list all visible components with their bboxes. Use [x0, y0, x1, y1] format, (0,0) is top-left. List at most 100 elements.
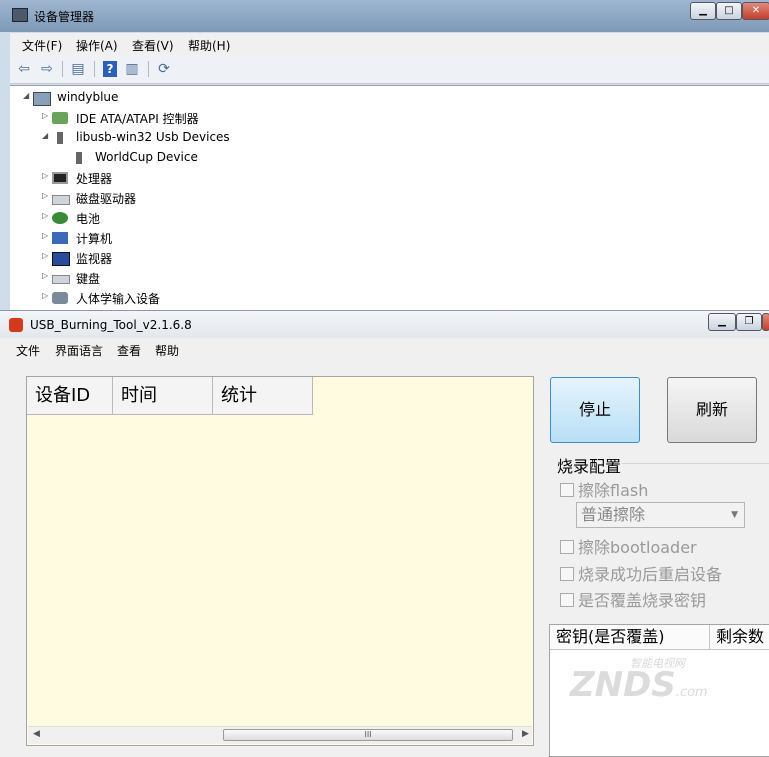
tree-item-label: 处理器 — [76, 172, 113, 186]
watermark-text: ZNDS — [570, 665, 676, 705]
tree-item-label: IDE ATA/ATAPI 控制器 — [76, 112, 199, 126]
column-key[interactable]: 密钥(是否覆盖) — [550, 625, 710, 649]
watermark-suffix: .com — [675, 685, 708, 700]
column-device-id[interactable]: 设备ID — [27, 377, 113, 415]
computer-icon — [33, 92, 51, 106]
scroll-thumb[interactable]: III — [223, 729, 513, 741]
device-manager-title: 设备管理器 — [34, 10, 95, 24]
minimize-button[interactable]: ▁ — [690, 2, 716, 20]
usb-tool-app-icon — [9, 318, 23, 332]
device-list-header: 设备ID 时间 统计 — [27, 377, 313, 415]
menu-view[interactable]: 查看 — [117, 342, 141, 359]
console-tree-icon[interactable]: ▤ — [68, 60, 88, 78]
scan-hardware-icon[interactable]: ⟳ — [154, 60, 174, 78]
device-list[interactable]: 设备ID 时间 统计 ◀ III ▶ — [26, 376, 534, 746]
back-arrow-icon[interactable]: ⇦ — [14, 60, 34, 78]
processor-icon — [52, 172, 68, 184]
menu-action[interactable]: 操作(A) — [76, 37, 118, 54]
reboot-after-label: 烧录成功后重启设备 — [578, 565, 723, 584]
minimize-button[interactable]: ▁ — [708, 313, 736, 331]
refresh-button[interactable]: 刷新 — [667, 377, 757, 443]
tree-item-label: 磁盘驱动器 — [76, 192, 137, 206]
burn-config-title: 烧录配置 — [557, 457, 622, 476]
device-manager-menubar: 文件(F) 操作(A) 查看(V) 帮助(H) — [10, 33, 769, 55]
tree-item-label: 人体学输入设备 — [76, 292, 161, 306]
tree-item-label: 键盘 — [76, 272, 101, 286]
column-time[interactable]: 时间 — [113, 377, 213, 415]
overwrite-key-checkbox[interactable]: 是否覆盖烧录密钥 — [560, 587, 706, 611]
horizontal-scrollbar[interactable]: ◀ III ▶ — [28, 726, 532, 744]
expand-arrow-icon[interactable]: ▷ — [42, 111, 48, 120]
expand-arrow-icon[interactable]: ▷ — [42, 231, 48, 240]
checkbox-box[interactable] — [560, 540, 574, 554]
erase-mode-value: 普通擦除 — [581, 505, 646, 524]
scroll-left-icon[interactable]: ◀ — [33, 729, 40, 739]
expand-arrow-icon[interactable]: ▷ — [42, 291, 48, 300]
erase-flash-checkbox[interactable]: 擦除flash — [560, 477, 648, 501]
menu-language[interactable]: 界面语言 — [55, 342, 103, 359]
menu-help[interactable]: 帮助(H) — [188, 37, 230, 54]
maximize-button[interactable]: □ — [716, 2, 742, 20]
tree-item-label: libusb-win32 Usb Devices — [76, 130, 230, 144]
disk-drive-icon — [52, 195, 70, 205]
close-button[interactable]: ✕ — [742, 2, 769, 20]
reboot-after-checkbox[interactable]: 烧录成功后重启设备 — [560, 561, 722, 585]
expand-arrow-icon[interactable]: ▷ — [42, 271, 48, 280]
properties-icon[interactable]: ▥ — [122, 60, 142, 78]
column-remaining[interactable]: 剩余数 — [710, 625, 769, 649]
toolbar-separator — [62, 61, 63, 77]
column-stats[interactable]: 统计 — [213, 377, 313, 415]
menu-help[interactable]: 帮助 — [155, 342, 179, 359]
collapse-arrow-icon[interactable]: ◢ — [42, 131, 48, 140]
scroll-right-icon[interactable]: ▶ — [522, 729, 529, 739]
close-button[interactable] — [762, 313, 769, 331]
znds-watermark: ZNDS.com — [570, 665, 708, 705]
tree-item-label: 监视器 — [76, 252, 113, 266]
collapse-arrow-icon[interactable]: ◢ — [23, 91, 29, 100]
group-divider — [622, 463, 769, 464]
checkbox-box[interactable] — [560, 567, 574, 581]
battery-icon — [52, 212, 68, 224]
expand-arrow-icon[interactable]: ▷ — [42, 171, 48, 180]
menu-view[interactable]: 查看(V) — [132, 37, 174, 54]
toolbar-separator — [148, 61, 149, 77]
hid-icon — [52, 292, 68, 304]
device-tree: ◢ windyblue ▷ IDE ATA/ATAPI 控制器 ◢ libusb… — [10, 85, 769, 319]
device-manager-toolbar: ⇦ ⇨ ▤ ? ▥ ⟳ — [10, 55, 769, 84]
key-list[interactable]: 密钥(是否覆盖) 剩余数 智能电视网 ZNDS.com — [549, 624, 769, 757]
menu-file[interactable]: 文件 — [16, 342, 40, 359]
keyboard-icon — [52, 275, 70, 284]
expand-arrow-icon[interactable]: ▷ — [42, 211, 48, 220]
tree-item-label: 计算机 — [76, 232, 113, 246]
expand-arrow-icon[interactable]: ▷ — [42, 191, 48, 200]
usb-burning-tool-window: USB_Burning_Tool_v2.1.6.8 ▁ ❐ 文件 界面语言 查看… — [0, 310, 769, 757]
ide-controller-icon — [52, 112, 68, 124]
stop-button[interactable]: 停止 — [550, 377, 640, 443]
usb-tool-title: USB_Burning_Tool_v2.1.6.8 — [30, 318, 192, 332]
forward-arrow-icon[interactable]: ⇨ — [37, 60, 57, 78]
tree-item-label: 电池 — [76, 212, 101, 226]
erase-bootloader-label: 擦除bootloader — [578, 538, 697, 557]
monitor-icon — [52, 252, 70, 266]
checkbox-box[interactable] — [560, 483, 574, 497]
tree-item-label: WorldCup Device — [95, 150, 198, 164]
usb-tool-titlebar[interactable]: USB_Burning_Tool_v2.1.6.8 ▁ ❐ — [0, 310, 769, 339]
usb-device-icon — [76, 152, 82, 164]
device-manager-titlebar[interactable]: 设备管理器 ▁ □ ✕ — [0, 0, 769, 32]
key-list-header: 密钥(是否覆盖) 剩余数 — [550, 625, 769, 650]
computer-icon — [52, 232, 68, 244]
checkbox-box[interactable] — [560, 593, 574, 607]
menu-file[interactable]: 文件(F) — [22, 37, 62, 54]
erase-bootloader-checkbox[interactable]: 擦除bootloader — [560, 534, 697, 558]
tree-root-label: windyblue — [57, 90, 119, 104]
chevron-down-icon: ▼ — [731, 510, 738, 520]
toolbar-separator — [94, 61, 95, 77]
expand-arrow-icon[interactable]: ▷ — [42, 251, 48, 260]
usb-device-icon — [57, 132, 63, 144]
device-manager-window: 设备管理器 ▁ □ ✕ 文件(F) 操作(A) 查看(V) 帮助(H) ⇦ ⇨ … — [0, 0, 769, 319]
help-icon[interactable]: ? — [103, 61, 117, 77]
erase-mode-select[interactable]: 普通擦除 ▼ — [576, 502, 745, 528]
device-manager-app-icon — [12, 8, 28, 22]
erase-flash-label: 擦除flash — [578, 481, 649, 500]
restore-button[interactable]: ❐ — [736, 313, 762, 331]
